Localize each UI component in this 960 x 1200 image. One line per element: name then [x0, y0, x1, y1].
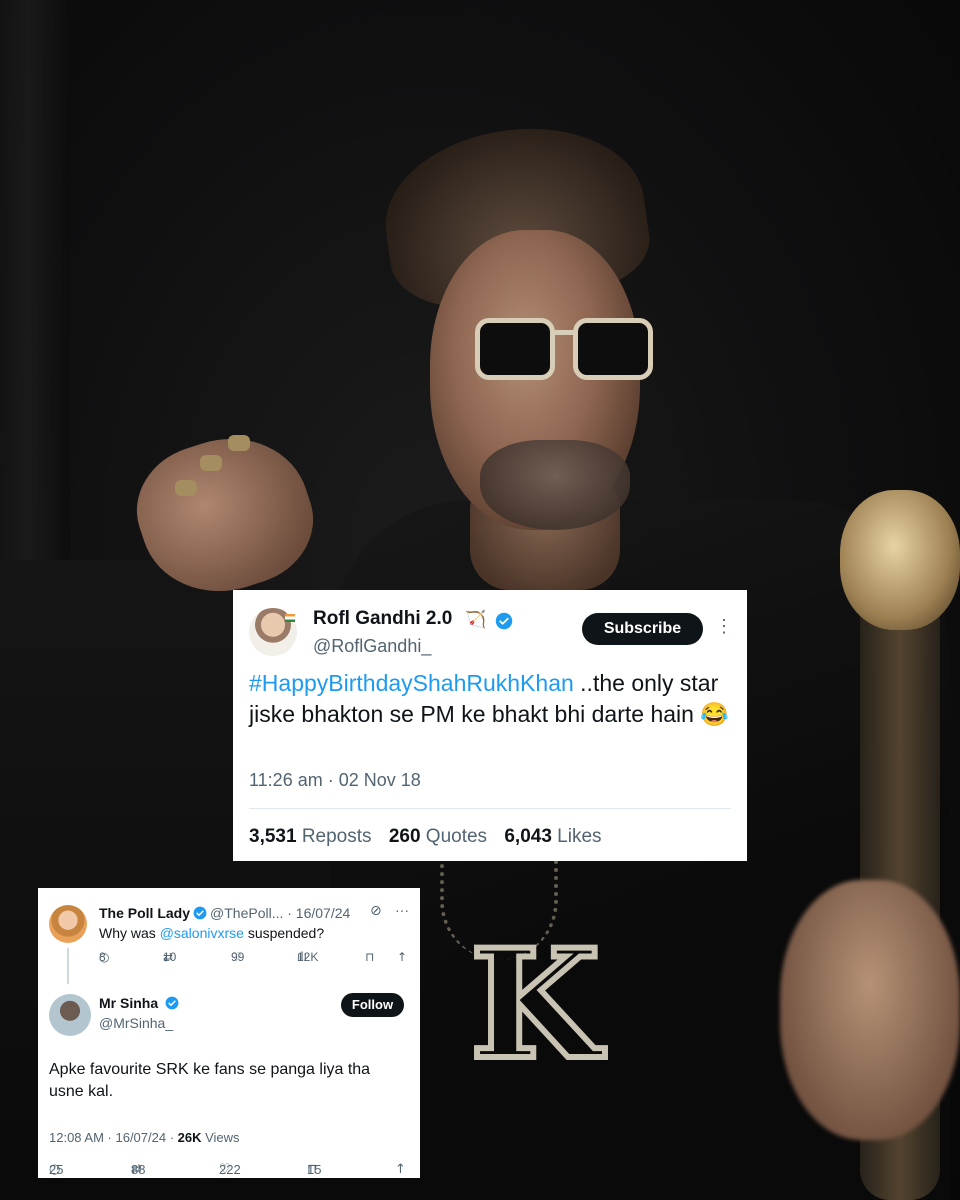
likes-stat[interactable]: 6,043 Likes	[504, 826, 601, 847]
more-options-icon[interactable]: ⋮	[715, 616, 733, 637]
reply-text: Apke favourite SRK ke fans se panga liya…	[49, 1061, 371, 1100]
reply-meta[interactable]: 12:08 AM · 16/07/24 · 26K Views	[49, 1130, 240, 1145]
mention-link[interactable]: @salonivxrse	[160, 925, 244, 941]
verified-badge-icon	[193, 906, 207, 920]
verified-badge-icon	[495, 612, 513, 630]
k-pendant: K	[467, 917, 603, 1093]
tweet-timestamp[interactable]: 11:26 am · 02 Nov 18	[249, 770, 421, 791]
reply-actions: ○ 25 ⇄ 88 ♡ 222 ⊓ 15 ↑	[49, 1162, 406, 1177]
follow-button[interactable]: Follow	[341, 993, 404, 1017]
quoted-tweet-actions: ○ 8 ⇄ 10 ♡ 99 ılı 12K ⊓ ↑	[99, 950, 408, 964]
sunglasses	[475, 318, 660, 388]
thread-line	[67, 948, 69, 984]
quoted-tweet-header: The Poll Lady @ThePoll... · 16/07/24	[99, 905, 350, 921]
tweet-card-thread: The Poll Lady @ThePoll... · 16/07/24 ⊘ ··…	[38, 888, 420, 1178]
grok-icon[interactable]: ⊘	[370, 903, 382, 919]
handle-date[interactable]: @ThePoll... · 16/07/24	[210, 905, 350, 921]
subscribe-button[interactable]: Subscribe	[582, 613, 703, 645]
display-name[interactable]: Rofl Gandhi 2.0	[313, 608, 452, 630]
share-icon[interactable]: ↑	[395, 1162, 406, 1177]
avatar[interactable]	[49, 994, 91, 1036]
tweet-text: #HappyBirthdayShahRukhKhan ..the only st…	[249, 668, 729, 730]
reposts-stat[interactable]: 3,531 Reposts	[249, 826, 372, 847]
avatar[interactable]	[49, 905, 87, 943]
divider	[249, 808, 731, 809]
user-handle[interactable]: @RoflGandhi_	[313, 636, 431, 657]
display-name[interactable]: Mr Sinha	[99, 995, 158, 1011]
hashtag-link[interactable]: #HappyBirthdayShahRukhKhan	[249, 670, 574, 696]
engagement-stats: 3,531 Reposts 260 Quotes 6,043 Likes	[249, 826, 602, 848]
more-options-icon[interactable]: ···	[395, 902, 409, 918]
quotes-stat[interactable]: 260 Quotes	[389, 826, 487, 847]
verified-badge-icon	[165, 996, 179, 1010]
tweet-card-rofl-gandhi: Rofl Gandhi 2.0 🏹 @RoflGandhi_ Subscribe…	[233, 590, 747, 861]
share-icon[interactable]: ↑	[397, 950, 407, 964]
quoted-tweet-text: Why was @salonivxrse suspended?	[99, 925, 325, 941]
user-handle[interactable]: @MrSinha_	[99, 1015, 173, 1031]
avatar[interactable]	[249, 608, 297, 656]
bookmark-icon[interactable]: ⊓	[365, 950, 374, 964]
bow-arrow-emoji: 🏹	[465, 610, 487, 629]
display-name[interactable]: The Poll Lady	[99, 905, 190, 921]
